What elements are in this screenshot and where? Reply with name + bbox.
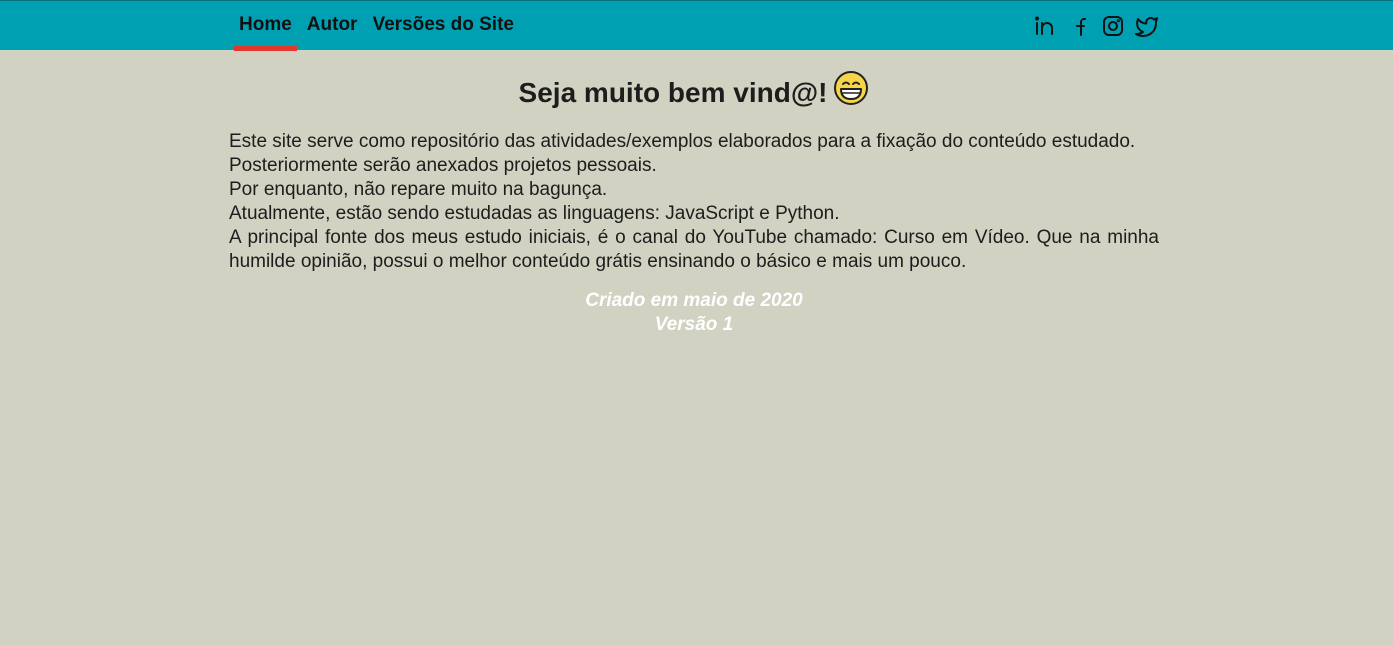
nav-versoes-link[interactable]: Versões do Site — [367, 1, 519, 51]
twitter-icon[interactable] — [1135, 14, 1159, 38]
main-content: Seja muito bem vind@! Este site serve co… — [229, 50, 1159, 337]
page-footer: Criado em maio de 2020 Versão 1 — [229, 289, 1159, 337]
social-links — [1033, 14, 1159, 38]
page-title-text: Seja muito bem vind@! — [518, 77, 828, 108]
intro-paragraph-5: A principal fonte dos meus estudo inicia… — [229, 227, 1159, 272]
instagram-icon[interactable] — [1101, 14, 1125, 38]
linkedin-icon[interactable] — [1033, 14, 1057, 38]
intro-paragraph-4: Atualmente, estão sendo estudadas as lin… — [229, 203, 840, 224]
intro-paragraph-3: Por enquanto, não repare muito na bagunç… — [229, 179, 608, 200]
nav-home-link[interactable]: Home — [234, 1, 297, 51]
nav-versoes-label: Versões do Site — [372, 14, 514, 35]
facebook-icon[interactable] — [1067, 14, 1091, 38]
top-navbar: Home Autor Versões do Site — [0, 0, 1393, 51]
nav-home-label: Home — [239, 14, 292, 35]
main-nav: Home Autor Versões do Site — [234, 1, 524, 51]
nav-autor-link[interactable]: Autor — [302, 1, 363, 51]
page-title: Seja muito bem vind@! — [229, 70, 1159, 115]
created-date: Criado em maio de 2020 — [585, 290, 803, 311]
grinning-face-emoji-icon — [833, 70, 869, 115]
intro-paragraph-1: Este site serve como repositório das ati… — [229, 131, 1136, 152]
nav-autor-label: Autor — [306, 14, 358, 35]
intro-paragraph-2: Posteriormente serão anexados projetos p… — [229, 155, 657, 176]
intro-text: Este site serve como repositório das ati… — [229, 130, 1159, 274]
site-version: Versão 1 — [654, 314, 734, 335]
